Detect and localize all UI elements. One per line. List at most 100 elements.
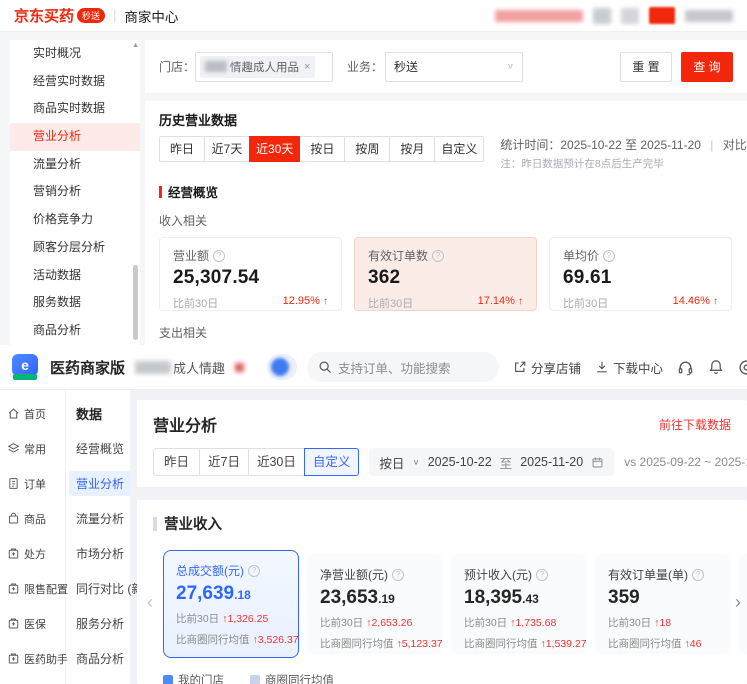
carousel-prev-icon[interactable]: ‹ bbox=[147, 592, 153, 613]
redacted-header-icon-1[interactable] bbox=[593, 7, 611, 24]
granularity-select[interactable]: 按日 bbox=[379, 453, 404, 472]
subnav-item-business-overview[interactable]: 经营概览 bbox=[66, 431, 147, 466]
redacted-user-name[interactable] bbox=[685, 9, 733, 22]
med-date-tabs: 昨日 近7日 近30日 自定义 bbox=[153, 448, 360, 476]
legend-peer-average[interactable]: 商圈同行均值 bbox=[250, 672, 334, 684]
stat-time-block: 统计时间：2025-10-22 至 2025-11-20 | 对比时间：2025… bbox=[500, 136, 747, 171]
target-settings-icon[interactable] bbox=[738, 359, 747, 376]
med-store-name[interactable]: 成人情趣 bbox=[135, 358, 225, 377]
nav-label: 常用 bbox=[24, 443, 46, 456]
nav-item-restricted-sale-config[interactable]: 限售配置 bbox=[0, 571, 68, 606]
store-select-input[interactable]: 情趣成人用品 × bbox=[195, 51, 334, 82]
tab-yesterday[interactable]: 昨日 bbox=[159, 136, 205, 162]
sidebar-item-product-realtime-data[interactable]: 商品实时数据 bbox=[10, 95, 140, 123]
nav-item-orders[interactable]: 订单 bbox=[0, 466, 65, 501]
compare-period-text: vs 2025-09-22 ~ 2025-10-21 bbox=[624, 455, 747, 469]
tab-by-week[interactable]: 按周 bbox=[344, 136, 391, 162]
store-field-label: 门店： bbox=[159, 60, 196, 74]
subnav-item-peer-comparison[interactable]: 同行对比 (新) bbox=[66, 571, 147, 606]
reset-button[interactable]: 重 置 bbox=[620, 51, 672, 82]
sidebar-item-traffic-analysis[interactable]: 流量分析 bbox=[10, 151, 140, 179]
metric-card-revenue[interactable]: 营业额 ? 25,307.54 比前30日 12.95% ↑ bbox=[159, 237, 342, 311]
sidebar-item-product-analysis[interactable]: 商品分析 bbox=[10, 317, 140, 345]
med-app-logo: e bbox=[12, 354, 40, 380]
metric-card-expected-income[interactable]: 预计收入(元) ? 18,395.43 比前30日 ↑1,735.68 比商圈同行… bbox=[451, 554, 587, 654]
red-bar-icon bbox=[159, 185, 162, 198]
biz-select[interactable]: 秒送 ∨ bbox=[385, 51, 524, 82]
share-store-button[interactable]: 分享店铺 bbox=[513, 358, 581, 377]
insurance-box-icon bbox=[7, 617, 20, 630]
metric-card-valid-orders[interactable]: 有效订单量(单) ? 359 比前30日 ↑18 比商圈同行均值 ↑46 bbox=[595, 554, 731, 654]
carousel-next-icon[interactable]: › bbox=[735, 592, 741, 613]
nav-item-medical-insurance[interactable]: 医保 bbox=[0, 606, 65, 641]
subnav-item-product-analysis[interactable]: 商品分析 bbox=[66, 641, 147, 676]
sidebar-item-marketing-analysis[interactable]: 营销分析 bbox=[10, 178, 140, 206]
metric-card-total-gmv[interactable]: 总成交额(元) ? 27,639.18 比前30日 ↑1,326.25 比商圈同行… bbox=[163, 550, 299, 658]
metric-label: 总成交额(元) bbox=[176, 564, 244, 578]
help-icon[interactable]: ? bbox=[432, 249, 445, 262]
metric-value: 359 bbox=[608, 587, 640, 608]
sidebar-item-business-realtime-data[interactable]: 经营实时数据 bbox=[10, 68, 140, 96]
tab-custom[interactable]: 自定义 bbox=[434, 136, 485, 162]
nav-item-prescriptions[interactable]: 处方 bbox=[0, 536, 65, 571]
download-center-button[interactable]: 下载中心 bbox=[595, 358, 663, 377]
customer-service-icon[interactable] bbox=[677, 359, 694, 376]
tab-last7days[interactable]: 近7日 bbox=[199, 448, 249, 476]
metric-card-valid-orders[interactable]: 有效订单数 ? 362 比前30日 17.14% ↑ bbox=[354, 237, 537, 311]
query-button[interactable]: 查 询 bbox=[681, 51, 733, 82]
redacted-store-prefix bbox=[205, 61, 228, 72]
sidebar-scrollbar[interactable]: ▲ bbox=[131, 40, 139, 345]
search-placeholder: 支持订单、功能搜索 bbox=[338, 361, 451, 376]
redacted-account-pill[interactable] bbox=[267, 354, 298, 380]
metric-card-avg-order-price[interactable]: 单均价 ? 69.61 比前30日 14.46% ↑ bbox=[549, 237, 732, 311]
date-range-picker[interactable]: 按日 ∨ 2025-10-22 至 2025-11-20 bbox=[369, 448, 615, 476]
tab-last30days[interactable]: 近30天 bbox=[249, 136, 301, 162]
help-icon[interactable]: ? bbox=[536, 568, 548, 581]
metric-value: 23,653.19 bbox=[320, 587, 395, 608]
assistant-box-icon bbox=[7, 652, 20, 665]
redacted-header-icon-2[interactable] bbox=[621, 7, 639, 24]
scroll-up-icon[interactable]: ▲ bbox=[132, 42, 139, 49]
nav-item-home[interactable]: 首页 bbox=[0, 396, 65, 431]
nav-item-pharmacy-assistant[interactable]: 医药助手 bbox=[0, 641, 68, 676]
screenshot-stage: 京东买药 秒送 | 商家中心 实时概况 经营实时数据 商品实时数据 营业分析 流… bbox=[0, 0, 747, 684]
tab-yesterday[interactable]: 昨日 bbox=[153, 448, 200, 476]
nav-item-products[interactable]: 商品 bbox=[0, 501, 65, 536]
metric-card-net-revenue[interactable]: 净营业额(元) ? 23,653.19 比前30日 ↑2,653.26 比商圈同行… bbox=[307, 554, 443, 654]
sidebar-item-service-data[interactable]: 服务数据 bbox=[10, 289, 140, 317]
date-end[interactable]: 2025-11-20 bbox=[520, 455, 583, 469]
jd-logo: 京东买药 bbox=[14, 8, 75, 25]
search-input[interactable]: 支持订单、功能搜索 bbox=[307, 352, 500, 382]
sidebar-item-customer-segmentation[interactable]: 顾客分层分析 bbox=[10, 234, 140, 262]
tag-close-icon[interactable]: × bbox=[304, 61, 310, 73]
sidebar-item-business-analysis[interactable]: 营业分析 bbox=[10, 123, 140, 151]
sidebar-item-price-competitiveness[interactable]: 价格竞争力 bbox=[10, 206, 140, 234]
help-icon[interactable]: ? bbox=[248, 564, 260, 577]
scrollbar-thumb[interactable] bbox=[133, 265, 138, 340]
help-icon[interactable]: ? bbox=[213, 249, 226, 262]
sidebar-item-activity-data[interactable]: 活动数据 bbox=[10, 262, 140, 290]
subnav-item-business-analysis[interactable]: 营业分析 bbox=[66, 466, 147, 501]
help-icon[interactable]: ? bbox=[603, 249, 616, 262]
subnav-item-traffic-analysis[interactable]: 流量分析 bbox=[66, 501, 147, 536]
logo-divider: | bbox=[113, 8, 117, 23]
legend-my-store[interactable]: 我的门店 bbox=[163, 672, 224, 684]
go-download-data-link[interactable]: 前往下载数据 bbox=[659, 416, 731, 433]
tab-last30days[interactable]: 近30日 bbox=[247, 448, 305, 476]
subnav-item-service-analysis[interactable]: 服务分析 bbox=[66, 606, 147, 641]
help-icon[interactable]: ? bbox=[692, 568, 704, 581]
redacted-status-tag bbox=[235, 360, 247, 374]
overview-section-title: 经营概览 bbox=[159, 182, 733, 201]
tab-custom[interactable]: 自定义 bbox=[303, 448, 360, 476]
tab-last7days[interactable]: 近7天 bbox=[204, 136, 250, 162]
notification-bell-icon[interactable] bbox=[708, 359, 724, 375]
help-icon[interactable]: ? bbox=[392, 568, 404, 581]
chevron-down-icon: ∨ bbox=[412, 457, 420, 467]
sidebar-item-realtime-overview[interactable]: 实时概况 bbox=[10, 40, 140, 68]
tab-by-day[interactable]: 按日 bbox=[299, 136, 346, 162]
subnav-item-market-analysis[interactable]: 市场分析 bbox=[66, 536, 147, 571]
nav-item-frequently-used[interactable]: 常用 bbox=[0, 431, 65, 466]
redacted-red-badge[interactable] bbox=[649, 7, 675, 24]
tab-by-month[interactable]: 按月 bbox=[389, 136, 436, 162]
date-start[interactable]: 2025-10-22 bbox=[428, 455, 492, 469]
